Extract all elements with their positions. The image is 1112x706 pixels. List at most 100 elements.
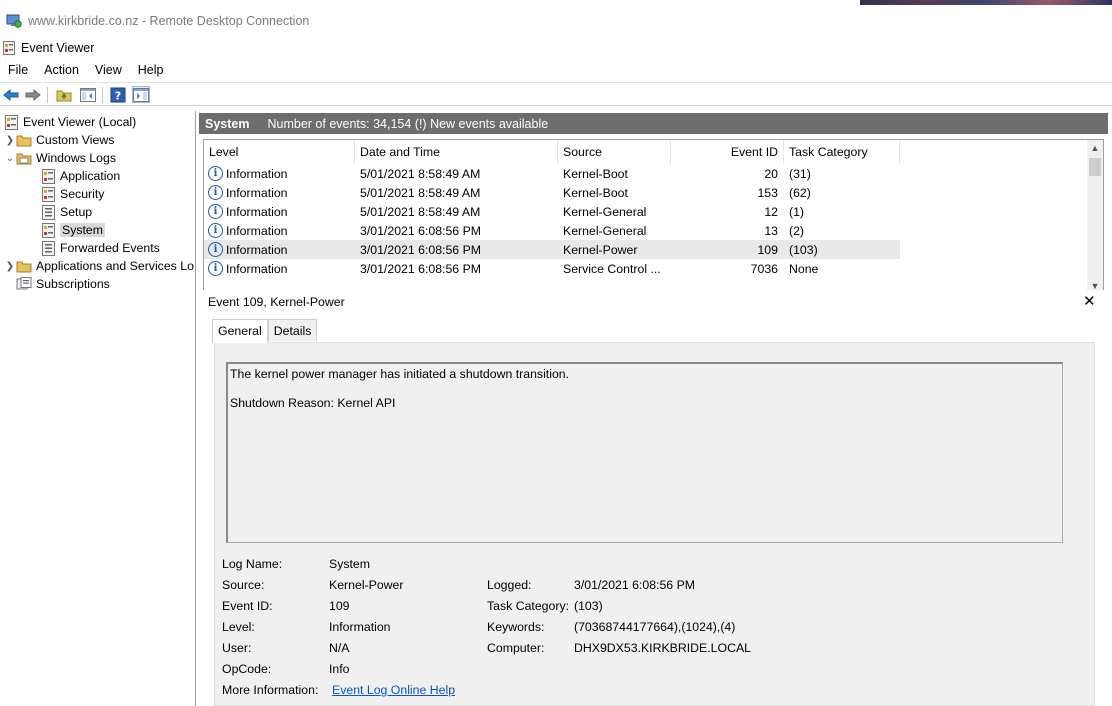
tree-item-apps-services[interactable]: ❯ Applications and Services Lo	[4, 257, 194, 275]
forward-icon[interactable]	[24, 86, 42, 103]
menu-file[interactable]: File	[0, 63, 36, 77]
column-header-datetime[interactable]: Date and Time	[355, 140, 558, 164]
cell-task-category: (31)	[789, 166, 811, 181]
toolbar-separator	[102, 87, 103, 103]
folder-up-icon[interactable]	[55, 86, 73, 103]
event-viewer-icon	[3, 114, 19, 130]
tree-item-system[interactable]: System	[40, 221, 105, 239]
label-opcode: OpCode:	[222, 662, 272, 676]
scroll-up-icon[interactable]: ▲	[1087, 140, 1103, 156]
tab-details[interactable]: Details	[267, 319, 318, 341]
description-line-1: The kernel power manager has initiated a…	[230, 367, 570, 381]
information-icon: i	[208, 261, 223, 276]
tree-item-subscriptions[interactable]: Subscriptions	[4, 275, 110, 293]
tree-item-setup[interactable]: Setup	[40, 203, 92, 221]
menu-view[interactable]: View	[87, 63, 130, 77]
scrollbar-thumb[interactable]	[1089, 158, 1101, 176]
log-header-name: System	[205, 116, 250, 131]
label-event-id: Event ID:	[222, 599, 273, 613]
tree-setup-label: Setup	[60, 205, 93, 219]
cell-event-id: 153	[757, 185, 778, 200]
cell-level: Information	[226, 261, 288, 276]
rdp-title-bar[interactable]: www.kirkbride.co.nz - Remote Desktop Con…	[0, 8, 1112, 34]
svg-text:?: ?	[115, 89, 121, 102]
event-description-box[interactable]: The kernel power manager has initiated a…	[226, 362, 1063, 543]
tree-item-custom-views[interactable]: ❯ Custom Views	[4, 131, 115, 149]
cell-level: Information	[226, 204, 288, 219]
log-header-info[interactable]: Number of events: 34,154 (!) New events …	[267, 117, 548, 131]
chevron-right-icon[interactable]: ❯	[4, 135, 16, 146]
cell-datetime: 5/01/2021 8:58:49 AM	[360, 166, 481, 181]
chevron-down-icon[interactable]: ⌄	[4, 153, 16, 164]
tree-item-windows-logs[interactable]: ⌄ Windows Logs	[4, 149, 116, 167]
event-viewer-title-bar[interactable]: Event Viewer	[0, 38, 1112, 58]
column-header-task-category[interactable]: Task Category	[784, 140, 900, 164]
cell-level: Information	[226, 166, 288, 181]
event-detail-title: Event 109, Kernel-Power	[208, 295, 345, 309]
log-icon	[40, 186, 56, 202]
information-icon: i	[208, 204, 223, 219]
log-icon	[40, 204, 56, 220]
tree-item-root[interactable]: Event Viewer (Local)	[3, 113, 136, 131]
value-user: N/A	[329, 641, 350, 655]
log-header-bar: System Number of events: 34,154 (!) New …	[199, 113, 1108, 134]
tab-general[interactable]: General	[212, 319, 268, 343]
value-opcode: Info	[329, 662, 350, 676]
help-icon[interactable]: ?	[109, 86, 127, 103]
cell-event-id: 12	[764, 204, 778, 219]
value-keywords: (70368744177664),(1024),(4)	[574, 620, 736, 634]
main-content: System Number of events: 34,154 (!) New …	[199, 111, 1112, 706]
tree-item-security[interactable]: Security	[40, 185, 104, 203]
menu-help[interactable]: Help	[130, 63, 172, 77]
table-row[interactable]: i Information 5/01/2021 8:58:49 AM Kernel…	[204, 183, 900, 202]
cell-task-category: (62)	[789, 185, 811, 200]
table-row[interactable]: i Information 3/01/2021 6:08:56 PM Servic…	[204, 259, 900, 278]
grid-header: Level Date and Time Source Event ID Task…	[204, 140, 1089, 164]
cell-source: Service Control ...	[563, 261, 661, 276]
back-icon[interactable]	[2, 86, 20, 103]
label-level: Level:	[222, 620, 255, 634]
cell-event-id: 13	[764, 223, 778, 238]
cell-source: Kernel-Power	[563, 242, 638, 257]
show-hide-tree-icon[interactable]	[79, 86, 97, 103]
label-keywords: Keywords:	[487, 620, 545, 634]
show-hide-action-pane-icon[interactable]	[132, 86, 150, 103]
folder-icon	[16, 258, 32, 274]
subscriptions-icon	[16, 276, 32, 292]
value-level: Information	[329, 620, 391, 634]
column-header-event-id[interactable]: Event ID	[671, 140, 784, 164]
cell-source: Kernel-General	[563, 223, 647, 238]
value-event-id: 109	[329, 599, 350, 613]
cell-task-category: (1)	[789, 204, 805, 219]
cell-task-category: None	[789, 261, 819, 276]
cell-level: Information	[226, 223, 288, 238]
tree-application-label: Application	[60, 169, 121, 183]
table-row[interactable]: i Information 5/01/2021 8:58:49 AM Kernel…	[204, 202, 900, 221]
table-row-selected[interactable]: i Information 3/01/2021 6:08:56 PM Kernel…	[204, 240, 900, 259]
events-grid[interactable]: Level Date and Time Source Event ID Task…	[203, 139, 1104, 295]
tree-root-label: Event Viewer (Local)	[23, 115, 137, 129]
chevron-right-icon[interactable]: ❯	[4, 261, 16, 272]
folder-icon	[16, 132, 32, 148]
log-icon	[40, 240, 56, 256]
cell-datetime: 5/01/2021 8:58:49 AM	[360, 204, 481, 219]
rdp-title-text: www.kirkbride.co.nz - Remote Desktop Con…	[28, 14, 310, 28]
column-header-source[interactable]: Source	[558, 140, 671, 164]
cell-source: Kernel-General	[563, 204, 647, 219]
tree-custom-views-label: Custom Views	[36, 133, 115, 147]
table-row[interactable]: i Information 3/01/2021 6:08:56 PM Kernel…	[204, 221, 900, 240]
column-header-level[interactable]: Level	[204, 140, 355, 164]
tree-item-forwarded-events[interactable]: Forwarded Events	[40, 239, 160, 257]
label-source: Source:	[222, 578, 265, 592]
event-log-online-help-link[interactable]: Event Log Online Help	[332, 683, 455, 697]
toolbar-separator	[47, 87, 48, 103]
menu-action[interactable]: Action	[36, 63, 87, 77]
tree-forwarded-events-label: Forwarded Events	[60, 241, 160, 255]
vertical-scrollbar[interactable]: ▲ ▼	[1087, 140, 1103, 294]
label-log-name: Log Name:	[222, 557, 283, 571]
table-row[interactable]: i Information 5/01/2021 8:58:49 AM Kernel…	[204, 164, 900, 183]
tree-item-application[interactable]: Application	[40, 167, 120, 185]
close-icon[interactable]: ✕	[1083, 292, 1096, 310]
navigation-tree[interactable]: Event Viewer (Local) ❯ Custom Views ⌄ Wi…	[0, 111, 196, 706]
desktop-background-strip	[860, 0, 1112, 5]
